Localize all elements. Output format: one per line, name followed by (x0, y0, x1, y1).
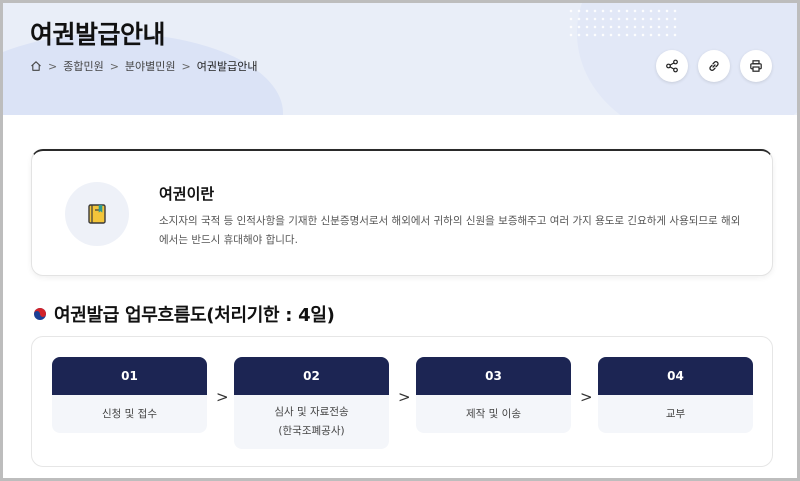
workflow-box: 01 신청 및 접수 > 02 심사 및 자료전송 (한국조폐공사) > 03 … (31, 336, 773, 467)
page-header: 여권발급안내 > 종합민원 > 분야별민원 > 여권발급안내 (3, 3, 797, 115)
step-number: 04 (598, 357, 753, 395)
step-arrow-icon: > (216, 388, 229, 406)
step-label: 신청 및 접수 (102, 407, 157, 420)
header-dot-pattern (567, 7, 677, 37)
step-body: 신청 및 접수 (52, 395, 207, 433)
link-icon (709, 61, 719, 71)
step-label: 심사 및 자료전송 (274, 406, 349, 418)
step-body: 교부 (598, 395, 753, 433)
page-title: 여권발급안내 (30, 20, 166, 49)
breadcrumb-item-category[interactable]: 분야별민원 (125, 58, 176, 74)
step-sublabel: (한국조폐공사) (278, 425, 345, 437)
workflow-step: 03 제작 및 이송 (416, 357, 571, 433)
breadcrumb-separator: > (48, 59, 58, 73)
page-tools (656, 50, 772, 82)
copy-link-button[interactable] (698, 50, 730, 82)
passport-info-card: 여권이란 소지자의 국적 등 인적사항을 기재한 신분증명서로서 해외에서 귀하… (31, 149, 773, 276)
info-description: 소지자의 국적 등 인적사항을 기재한 신분증명서로서 해외에서 귀하의 신원을… (159, 215, 741, 246)
share-button[interactable] (656, 50, 688, 82)
workflow-step: 01 신청 및 접수 (52, 357, 207, 433)
print-icon (750, 60, 762, 72)
step-arrow-icon: > (580, 388, 593, 406)
step-label: 교부 (665, 407, 686, 420)
breadcrumb-separator: > (109, 59, 119, 73)
taegeuk-bullet-icon (34, 308, 46, 320)
info-title: 여권이란 (159, 185, 215, 203)
step-label: 제작 및 이송 (466, 407, 521, 420)
breadcrumb: > 종합민원 > 분야별민원 > 여권발급안내 (30, 58, 257, 74)
flow-section-title: 여권발급 업무흐름도(처리기한 : 4일) (33, 301, 335, 327)
step-number: 01 (52, 357, 207, 395)
info-icon-circle (65, 182, 129, 246)
breadcrumb-separator: > (181, 59, 191, 73)
step-body: 심사 및 자료전송 (한국조폐공사) (234, 395, 389, 449)
workflow-step: 04 교부 (598, 357, 753, 433)
breadcrumb-item-general[interactable]: 종합민원 (63, 58, 103, 74)
passport-book-icon (88, 204, 106, 224)
step-number: 03 (416, 357, 571, 395)
step-body: 제작 및 이송 (416, 395, 571, 433)
step-number: 02 (234, 357, 389, 395)
breadcrumb-item-current: 여권발급안내 (196, 60, 258, 73)
share-icon (666, 59, 678, 73)
print-button[interactable] (740, 50, 772, 82)
home-icon[interactable] (30, 60, 42, 72)
flow-title-text: 여권발급 업무흐름도(처리기한 : 4일) (54, 305, 335, 326)
workflow-step: 02 심사 및 자료전송 (한국조폐공사) (234, 357, 389, 449)
page-frame: 여권발급안내 > 종합민원 > 분야별민원 > 여권발급안내 여권이란 소지자의… (0, 0, 800, 481)
step-arrow-icon: > (398, 388, 411, 406)
